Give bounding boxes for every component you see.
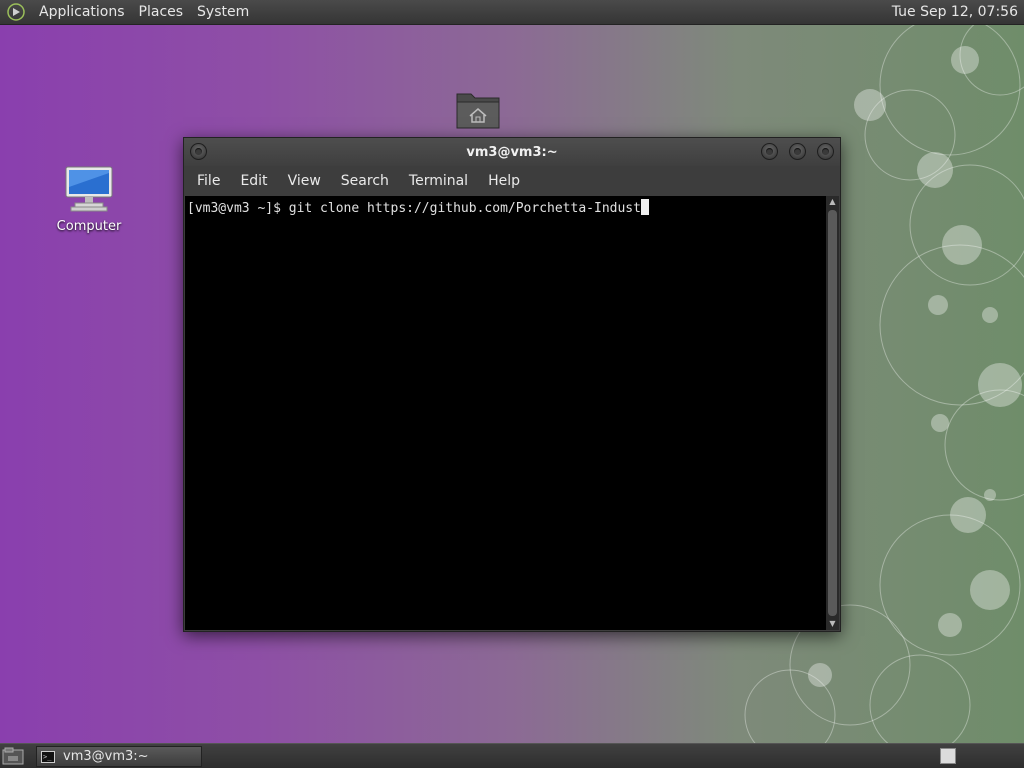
bottom-panel: >_ vm3@vm3:~ bbox=[0, 743, 1024, 768]
menu-file[interactable]: File bbox=[187, 173, 230, 189]
menu-terminal[interactable]: Terminal bbox=[399, 173, 478, 189]
window-title: vm3@vm3:~ bbox=[466, 144, 558, 160]
desktop-icon-label: Computer bbox=[56, 219, 122, 234]
scroll-up-icon[interactable]: ▲ bbox=[826, 196, 839, 208]
computer-icon bbox=[65, 166, 113, 212]
window-titlebar[interactable]: vm3@vm3:~ bbox=[184, 138, 840, 166]
show-desktop-icon[interactable] bbox=[2, 747, 24, 765]
close-button[interactable] bbox=[817, 143, 834, 160]
terminal-output[interactable]: [vm3@vm3 ~]$ git clone https://github.co… bbox=[185, 196, 827, 630]
window-menu-button[interactable] bbox=[190, 143, 207, 160]
terminal-scrollbar[interactable]: ▲ ▼ bbox=[826, 196, 839, 630]
terminal-line: [vm3@vm3 ~]$ git clone https://github.co… bbox=[187, 201, 641, 216]
scroll-down-icon[interactable]: ▼ bbox=[826, 618, 839, 630]
distro-logo-icon[interactable] bbox=[6, 2, 26, 22]
taskbar-terminal[interactable]: >_ vm3@vm3:~ bbox=[36, 746, 202, 767]
applications-menu[interactable]: Applications bbox=[32, 4, 132, 20]
desktop-icon-home[interactable] bbox=[455, 88, 501, 132]
menu-view[interactable]: View bbox=[278, 173, 331, 189]
clock[interactable]: Tue Sep 12, 07:56 bbox=[892, 4, 1018, 20]
minimize-button[interactable] bbox=[761, 143, 778, 160]
workspace-switcher[interactable] bbox=[940, 748, 956, 764]
system-menu[interactable]: System bbox=[190, 4, 256, 20]
menu-help[interactable]: Help bbox=[478, 173, 530, 189]
menu-edit[interactable]: Edit bbox=[230, 173, 277, 189]
menu-search[interactable]: Search bbox=[331, 173, 399, 189]
top-panel: Applications Places System Tue Sep 12, 0… bbox=[0, 0, 1024, 25]
terminal-window[interactable]: vm3@vm3:~ File Edit View Search Terminal… bbox=[183, 137, 841, 632]
terminal-menubar: File Edit View Search Terminal Help bbox=[184, 166, 840, 196]
scrollbar-thumb[interactable] bbox=[828, 210, 837, 616]
home-folder-icon bbox=[456, 93, 500, 129]
taskbar-label: vm3@vm3:~ bbox=[63, 749, 149, 764]
maximize-button[interactable] bbox=[789, 143, 806, 160]
places-menu[interactable]: Places bbox=[132, 4, 191, 20]
desktop-icon-computer[interactable]: Computer bbox=[50, 165, 128, 234]
terminal-icon: >_ bbox=[41, 750, 55, 763]
text-cursor bbox=[640, 199, 649, 215]
